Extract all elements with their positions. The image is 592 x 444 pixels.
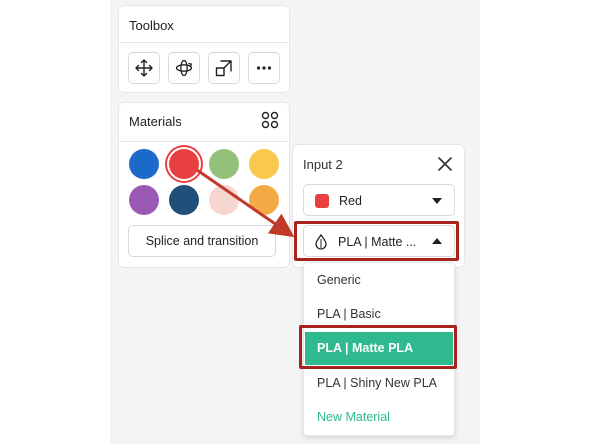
scale-tool-button[interactable] [208,52,240,84]
toolbox-title: Toolbox [129,18,174,33]
swatch-purple[interactable] [129,185,159,215]
grid-icon[interactable] [261,111,279,129]
option-pla-shiny[interactable]: PLA | Shiny New PLA [317,376,437,390]
swatch-blue[interactable] [129,149,159,179]
option-generic[interactable]: Generic [317,273,361,287]
highlight-material-select [294,221,459,261]
option-new-material[interactable]: New Material [317,410,390,424]
rotate-tool-button[interactable] [168,52,200,84]
close-icon[interactable] [437,156,453,172]
move-tool-button[interactable] [128,52,160,84]
swatch-red-selected[interactable] [169,149,199,179]
swatch-green[interactable] [209,149,239,179]
highlight-matte-option [299,325,457,369]
color-chip [315,194,329,208]
color-select[interactable]: Red [303,184,455,216]
more-icon [256,66,272,70]
swatch-pink[interactable] [209,185,239,215]
caret-down-icon [432,198,442,204]
option-pla-basic[interactable]: PLA | Basic [317,307,381,321]
rotate-icon [175,59,193,77]
swatch-navy[interactable] [169,185,199,215]
more-tools-button[interactable] [248,52,280,84]
scale-icon [215,60,232,77]
toolbox-divider [119,42,289,43]
color-select-value: Red [339,194,362,208]
materials-divider [119,141,289,142]
swatch-orange[interactable] [249,185,279,215]
move-icon [135,59,153,77]
splice-transition-button[interactable]: Splice and transition [128,225,276,257]
materials-title: Materials [129,114,182,129]
swatch-yellow[interactable] [249,149,279,179]
input-panel-title: Input 2 [303,157,343,172]
